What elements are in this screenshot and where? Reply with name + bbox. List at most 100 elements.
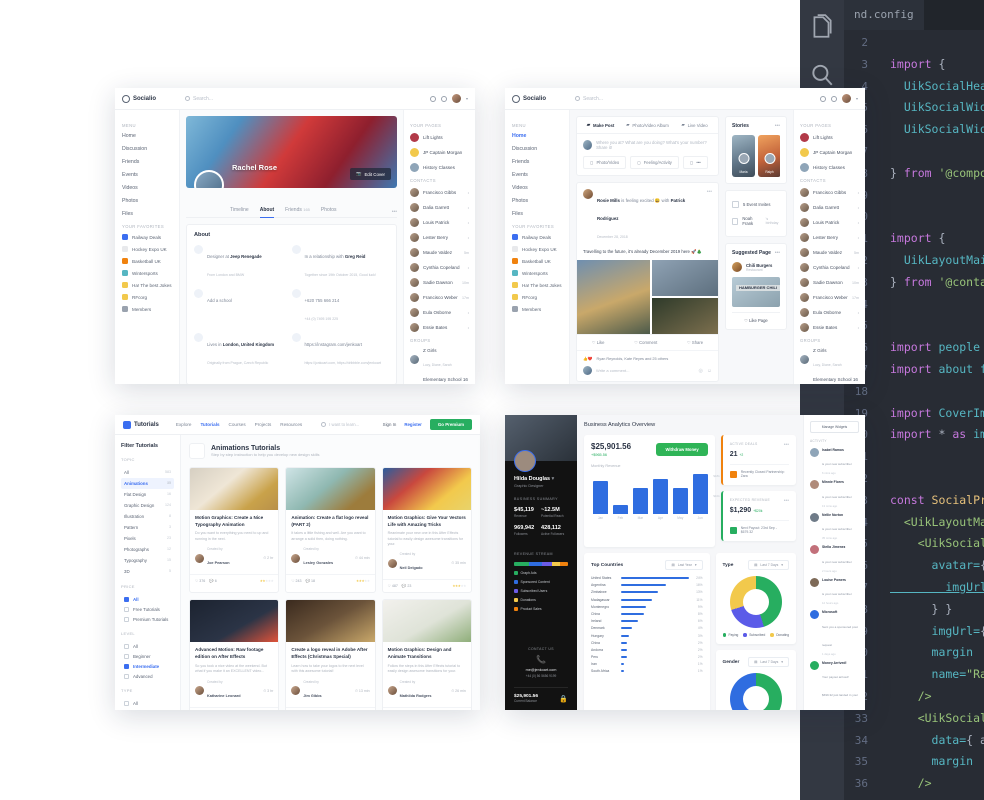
group-item[interactable]: Z Girls Lucy, Diane, Sarah [410,348,469,371]
lock-icon[interactable]: 🔒 [559,695,568,703]
page-item[interactable]: History Classes [410,163,469,172]
contacts-sidebar[interactable]: YOUR PAGES Lift Lights JP Captain Morgan Hi… [403,110,475,384]
price-option[interactable]: All [121,594,174,604]
suggested-page-row[interactable]: Chili Burgers Restaurant [732,262,780,272]
contact-item[interactable]: Lester Berry • [800,233,859,242]
topic-item[interactable]: Photographs 12 [121,544,174,555]
go-premium-button[interactable]: Go Premium [429,419,472,430]
topbar-actions[interactable]: ▾ [819,94,858,103]
nav-tutorials[interactable]: Tutorials [200,422,219,427]
filter-sidebar[interactable]: Filter Tutorials TOPIC All 583 Animations 3… [115,435,181,710]
profile-tab-photos[interactable]: Photos [321,207,337,217]
countries-filter-select[interactable]: ▤ Last Year ▾ [665,560,703,570]
sidebar-item-home[interactable]: Home [122,133,179,139]
tutorial-card[interactable]: Motion Graphics: Design and Animate Tran… [381,599,472,710]
contact-phone[interactable]: +44 (0) 56 5656 9199 [505,674,577,678]
profile-tab-friends[interactable]: Friends 165 [285,207,310,217]
edit-cover-button[interactable]: 📷 Edit Cover [350,168,391,180]
composer-tabs[interactable]: ▰ Make Post ▰ Photo/Video Album ▰ Live Video [577,117,718,134]
avatar[interactable] [583,189,593,199]
socialio-logo[interactable]: Socialio [122,94,185,103]
contact-item[interactable]: Essie Bates • [800,323,859,332]
topic-item[interactable]: 3D 5 [121,566,174,577]
topic-item[interactable]: Animations 35 [121,478,174,489]
favorite-item[interactable]: Ha! The best Jokes [512,282,569,288]
tutorials-logo[interactable]: Tutorials [123,420,159,429]
editor-tab-bar[interactable]: nd.config JSindex.js [844,0,984,60]
page-item[interactable]: Lift Lights [800,133,859,142]
composer-tab[interactable]: ▰ Live Video [671,117,718,133]
composer-action[interactable]: ◻ Feeling/Activity [630,156,679,169]
event-list[interactable]: 5 Event Invites Noah Frank's birthday [732,197,780,230]
profile-tab-timeline[interactable]: Timeline [230,207,249,217]
share-icon[interactable] [830,95,837,102]
contact-item[interactable]: Eula Osborne • [800,308,859,317]
composer[interactable]: ▰ Make Post ▰ Photo/Video Album ▰ Live Video … [576,116,719,176]
contact-item[interactable]: Cynthia Copeland • [800,263,859,272]
activity-item[interactable]: Microsoft Sent you a sponsored post reque… [810,610,859,656]
favorite-item[interactable]: RFcorg [122,294,179,300]
page-item[interactable]: History Classes [800,163,859,172]
composer-action[interactable]: ◻ Photo/Video [583,156,627,169]
editor-code-area[interactable]: 2 3import {4 UikSocialHea 5 UikSocialWid 6 … [844,30,984,800]
comment-box[interactable]: Write a comment... ◎ ☺ [577,366,718,381]
search-icon[interactable] [809,62,835,88]
contact-item[interactable]: Dalia Garrett • [410,203,469,212]
activity-item[interactable]: Louise Powers is your new subscriber 12 ho… [810,577,859,605]
profile-tabs[interactable]: Timeline About Friends 165 Photos ••• [186,194,397,218]
files-icon[interactable] [809,14,835,40]
price-option[interactable]: Free Tutorials [121,604,174,614]
contact-item[interactable]: Sadie Dawson 10m [410,278,469,287]
socialio-logo[interactable]: Socialio [512,94,575,103]
profile-tab-about[interactable]: About [259,207,275,218]
tutorial-card[interactable]: Motion Graphics: Give Your Vectors Life … [381,467,472,594]
tutorials-nav[interactable]: Explore Tutorials Courses Projects Resources [176,422,302,427]
post-image[interactable] [652,298,718,334]
contact-item[interactable]: Sadie Dawson 10m [800,278,859,287]
post-images[interactable] [577,260,718,334]
level-option[interactable]: Beginner [121,651,174,661]
activity-item[interactable]: Stella Jimenez is your new subscriber 2 ho… [810,545,859,573]
contact-item[interactable]: Louis Patrick • [410,218,469,227]
share-icon[interactable] [440,95,447,102]
post-action-share[interactable]: ♡ Share [687,340,703,345]
profile-avatar[interactable] [194,170,224,188]
price-option[interactable]: Premium Tutorials [121,614,174,624]
tutorial-card[interactable]: Advanced Motion: Raw footage edition on … [189,599,280,710]
activity-item[interactable]: Nellie Norton is your new subscriber 35 mi… [810,512,859,540]
tutorial-card[interactable]: Motion Graphics: Create a Nice Typograph… [189,467,280,594]
post-action-like[interactable]: ♡ Like [592,340,605,345]
chevron-down-icon[interactable]: ▾ [551,476,554,482]
sidebar-item-discussion[interactable]: Discussion [122,146,179,152]
avatar[interactable] [841,94,851,103]
composer-tab[interactable]: ▰ Photo/Video Album [624,117,671,133]
sidebar-item-videos[interactable]: Videos [512,185,569,191]
type-filter-select[interactable]: ▤ Last 7 Days ▾ [748,560,789,570]
contact-item[interactable]: Francisco Gibbs • [410,188,469,197]
topbar-actions[interactable]: ▾ [429,94,468,103]
gear-icon[interactable] [429,95,436,102]
withdraw-money-button[interactable]: Withdraw Money [656,443,708,456]
favorite-item[interactable]: Basketball UK [512,258,569,264]
emoji-icon[interactable]: ☺ [707,368,712,374]
post-actions[interactable]: ♡ Like ♡ Comment ♡ Share [577,334,718,351]
more-icon[interactable]: ••• [784,498,789,504]
topic-item[interactable]: Typography 15 [121,555,174,566]
composer-input[interactable]: Where you at? What are you doing? What's… [577,134,718,156]
manage-widgets-button[interactable]: Manage Widgets [810,421,859,433]
post-action-comment[interactable]: ♡ Comment [634,340,657,345]
activity-item[interactable]: Money Arrived! Your payout arrived! $699.… [810,660,859,710]
event-item[interactable]: Noah Frank's birthday [732,212,780,230]
sidebar-item-files[interactable]: Files [122,211,179,217]
favorite-item[interactable]: RFcorg [512,294,569,300]
more-icon[interactable]: ••• [707,189,712,195]
topic-item[interactable]: Illustration 8 [121,511,174,522]
topic-item[interactable]: Flat Design 16 [121,489,174,500]
search-box[interactable]: Search... [575,96,820,102]
post-image[interactable] [652,260,718,296]
topic-list[interactable]: All 583 Animations 35 Flat Design 16 Graphic D… [121,467,174,577]
type-option[interactable]: Course [121,708,174,710]
contact-item[interactable]: Francisco Gibbs • [800,188,859,197]
contact-item[interactable]: Lester Berry • [410,233,469,242]
nav-resources[interactable]: Resources [280,422,302,427]
